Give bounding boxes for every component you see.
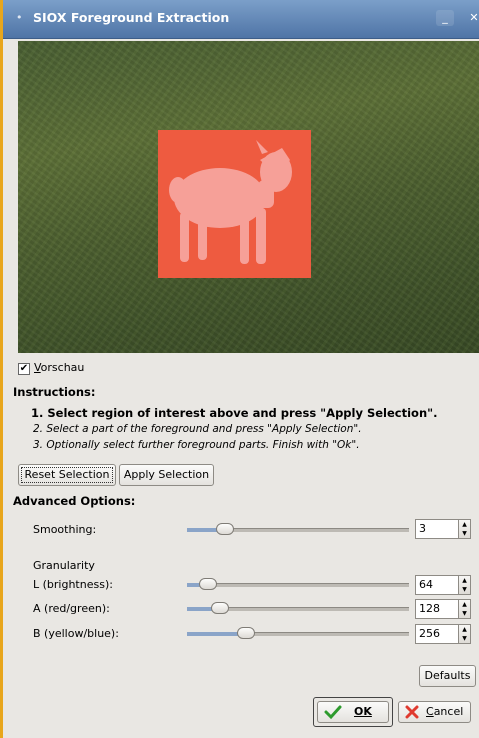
preview-checkbox-label: Vorschau [34, 361, 85, 374]
spin-up-icon[interactable]: ▲ [462, 601, 467, 608]
l-value-field[interactable]: 64 [415, 575, 459, 595]
title-bar[interactable]: • SIOX Foreground Extraction _ ✕ [3, 0, 479, 39]
close-icon[interactable]: ✕ [465, 10, 479, 26]
instruction-step-1: 1. Select region of interest above and p… [31, 406, 438, 420]
ok-button[interactable]: OK [317, 701, 389, 723]
l-brightness-label: L (brightness): [33, 578, 113, 591]
apply-selection-button[interactable]: Apply Selection [119, 464, 214, 486]
b-yellow-blue-label: B (yellow/blue): [33, 627, 119, 640]
selection-region[interactable] [158, 130, 311, 278]
window-title: SIOX Foreground Extraction [33, 10, 230, 25]
smoothing-spin-arrows[interactable]: ▲ ▼ [459, 519, 471, 539]
image-preview[interactable] [18, 41, 479, 353]
smoothing-label: Smoothing: [33, 523, 97, 536]
l-spin-arrows[interactable]: ▲ ▼ [459, 575, 471, 595]
cancel-button[interactable]: Cancel [398, 701, 471, 723]
red-x-icon [405, 705, 419, 726]
instruction-step-2: 2. Select a part of the foreground and p… [33, 423, 362, 435]
minimize-icon[interactable]: _ [436, 10, 454, 26]
defaults-button[interactable]: Defaults [419, 665, 476, 687]
b-value-field[interactable]: 256 [415, 624, 459, 644]
spin-down-icon[interactable]: ▼ [462, 530, 467, 537]
ok-label: OK [354, 705, 372, 718]
smoothing-value-field[interactable]: 3 [415, 519, 459, 539]
green-check-icon [324, 704, 342, 727]
smoothing-slider-knob[interactable] [216, 523, 234, 535]
preview-checkbox[interactable]: ✔ [18, 363, 30, 375]
smoothing-spinner[interactable]: 3 ▲ ▼ [415, 519, 471, 539]
instruction-step-3: 3. Optionally select further foreground … [33, 439, 360, 451]
l-brightness-slider[interactable] [187, 583, 409, 587]
l-slider-knob[interactable] [199, 578, 217, 590]
l-spinner[interactable]: 64 ▲ ▼ [415, 575, 471, 595]
a-red-green-label: A (red/green): [33, 602, 110, 615]
a-spinner[interactable]: 128 ▲ ▼ [415, 599, 471, 619]
reset-selection-button[interactable]: Reset Selection [18, 464, 116, 486]
b-slider-knob[interactable] [237, 627, 255, 639]
b-spinner[interactable]: 256 ▲ ▼ [415, 624, 471, 644]
siox-dialog: • SIOX Foreground Extraction _ ✕ ✔ Vorsc… [0, 0, 479, 738]
granularity-label: Granularity [33, 559, 95, 572]
a-value-field[interactable]: 128 [415, 599, 459, 619]
a-spin-arrows[interactable]: ▲ ▼ [459, 599, 471, 619]
cancel-label: Cancel [426, 705, 464, 718]
spin-down-icon[interactable]: ▼ [462, 586, 467, 593]
lamb-silhouette [169, 140, 292, 264]
a-slider-knob[interactable] [211, 602, 229, 614]
spin-up-icon[interactable]: ▲ [462, 521, 467, 528]
b-spin-arrows[interactable]: ▲ ▼ [459, 624, 471, 644]
spin-up-icon[interactable]: ▲ [462, 577, 467, 584]
spin-down-icon[interactable]: ▼ [462, 610, 467, 617]
spin-down-icon[interactable]: ▼ [462, 635, 467, 642]
advanced-options-heading: Advanced Options: [13, 494, 136, 508]
window-menu-icon[interactable]: • [16, 11, 23, 24]
spin-up-icon[interactable]: ▲ [462, 626, 467, 633]
instructions-heading: Instructions: [13, 385, 96, 399]
